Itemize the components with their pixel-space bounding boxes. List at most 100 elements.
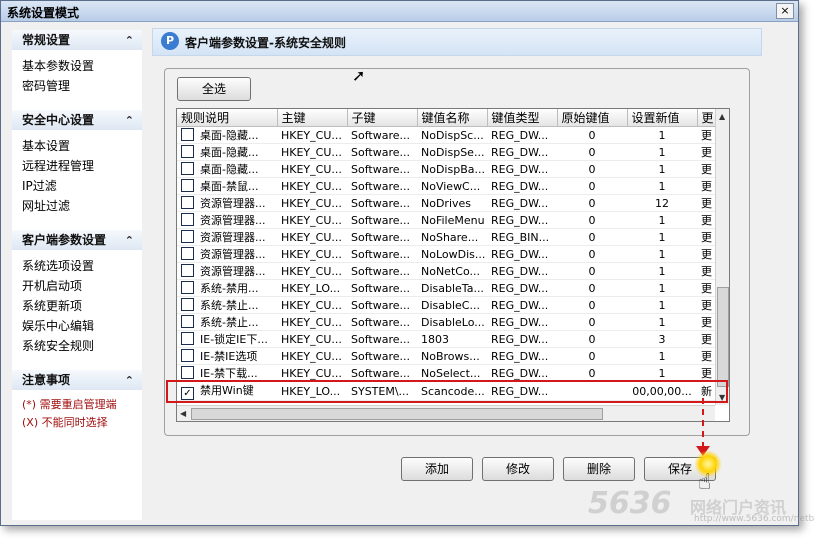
table-cell: Software... <box>347 126 417 144</box>
scroll-up-icon[interactable]: ▲ <box>719 112 725 121</box>
column-header[interactable]: 规则说明 <box>177 109 278 127</box>
checkbox[interactable] <box>181 162 194 175</box>
table-cell: REG_DW... <box>487 245 557 263</box>
rule-description: 系统-禁止... <box>200 316 259 329</box>
add-button[interactable]: 添加 <box>401 457 473 481</box>
checkbox[interactable] <box>181 179 194 192</box>
table-row[interactable]: 资源管理器... HKEY_CU... Software... NoFileMenu R… <box>177 211 715 229</box>
sidebar-item-password[interactable]: 密码管理 <box>12 76 142 96</box>
checkbox[interactable] <box>181 196 194 209</box>
table-cell: 更 <box>697 143 715 161</box>
checkbox[interactable] <box>181 264 194 277</box>
table-row[interactable]: 资源管理器... HKEY_CU... Software... NoShare... R… <box>177 228 715 246</box>
checkbox[interactable] <box>181 366 194 379</box>
table-row[interactable]: 系统-禁止... HKEY_CU... Software... DisableC...… <box>177 296 715 314</box>
table-cell: 1 <box>627 126 697 144</box>
column-header[interactable]: 键值名称 <box>417 109 488 127</box>
table-cell: 0 <box>557 211 627 229</box>
sidebar-item-remote-process[interactable]: 远程进程管理 <box>12 156 142 176</box>
table-row[interactable]: 桌面-隐藏... HKEY_CU... Software... NoDispBa...… <box>177 160 715 178</box>
column-header[interactable]: 键值类型 <box>487 109 558 127</box>
table-cell: NoDrives <box>417 194 487 212</box>
sidebar-header-security[interactable]: 安全中心设置 ⌃ <box>12 110 142 130</box>
sidebar-item-security-rules[interactable]: 系统安全规则 <box>12 336 142 356</box>
sidebar-header-general[interactable]: 常规设置 ⌃ <box>12 30 142 50</box>
table-cell: REG_DW... <box>487 126 557 144</box>
vertical-scroll-thumb[interactable] <box>717 287 729 387</box>
delete-button[interactable]: 删除 <box>563 457 635 481</box>
column-header[interactable]: 原始键值 <box>557 109 628 127</box>
table-cell: REG_DW... <box>487 279 557 297</box>
column-header[interactable]: 主键 <box>277 109 348 127</box>
checkbox[interactable] <box>181 247 194 260</box>
checkbox[interactable] <box>181 230 194 243</box>
table-cell: 1 <box>627 262 697 280</box>
table-row[interactable]: IE-禁IE选项 HKEY_CU... Software... NoBrows... R… <box>177 347 715 365</box>
table-cell: 0 <box>557 177 627 195</box>
sidebar-item-startup[interactable]: 开机启动项 <box>12 276 142 296</box>
table-cell: IE-锁定IE下... <box>177 330 277 348</box>
sidebar-section-notes: 注意事项 ⌃ (*) 需要重启管理端 (X) 不能同时选择 <box>12 370 142 432</box>
table-cell: 0 <box>557 126 627 144</box>
table-cell: Software... <box>347 194 417 212</box>
rule-description: 资源管理器... <box>200 214 266 227</box>
sidebar-item-entertainment[interactable]: 娱乐中心编辑 <box>12 316 142 336</box>
sidebar-item-ip-filter[interactable]: IP过滤 <box>12 176 142 196</box>
sidebar-item-updates[interactable]: 系统更新项 <box>12 296 142 316</box>
checkbox[interactable] <box>181 349 194 362</box>
title-bar[interactable]: 系统设置模式 × <box>1 1 798 22</box>
table-cell: 系统-禁止... <box>177 313 277 331</box>
scroll-left-icon[interactable]: ◀ <box>180 409 186 418</box>
column-header[interactable]: 设置新值 <box>627 109 698 127</box>
sidebar-header-notes[interactable]: 注意事项 ⌃ <box>12 370 142 390</box>
sidebar-item-system-options[interactable]: 系统选项设置 <box>12 256 142 276</box>
table-cell: Software... <box>347 228 417 246</box>
horizontal-scroll-thumb[interactable] <box>191 408 603 420</box>
table-row[interactable]: IE-锁定IE下... HKEY_CU... Software... 1803 REG_… <box>177 330 715 348</box>
table-row[interactable]: 资源管理器... HKEY_CU... Software... NoLowDis...… <box>177 245 715 263</box>
rule-description: 资源管理器... <box>200 231 266 244</box>
checkbox[interactable] <box>181 281 194 294</box>
table-cell: 更 <box>697 228 715 246</box>
table-row[interactable]: 系统-禁止... HKEY_CU... Software... DisableLo..… <box>177 313 715 331</box>
select-all-button[interactable]: 全选 <box>177 77 251 101</box>
watermark-brand: 5636 <box>588 486 672 521</box>
column-header[interactable]: 子键 <box>347 109 418 127</box>
chevron-up-icon[interactable]: ⌃ <box>125 231 134 251</box>
chevron-up-icon[interactable]: ⌃ <box>125 111 134 131</box>
checkbox[interactable] <box>181 213 194 226</box>
table-cell: 更 <box>697 160 715 178</box>
sidebar-item-url-filter[interactable]: 网址过滤 <box>12 196 142 216</box>
sidebar-item-basic-settings[interactable]: 基本设置 <box>12 136 142 156</box>
chevron-up-icon[interactable]: ⌃ <box>125 371 134 391</box>
checkbox[interactable] <box>181 315 194 328</box>
table-row[interactable]: 桌面-禁鼠... HKEY_CU... Software... NoViewC... R… <box>177 177 715 195</box>
table-row[interactable]: 系统-禁用... HKEY_LO... Software... DisableTa..… <box>177 279 715 297</box>
table-row[interactable]: 桌面-隐藏... HKEY_CU... Software... NoDispSc...… <box>177 126 715 144</box>
horizontal-scrollbar[interactable]: ◀ <box>177 405 715 421</box>
checkbox[interactable] <box>181 145 194 158</box>
table-row[interactable]: 资源管理器... HKEY_CU... Software... NoNetCo... R… <box>177 262 715 280</box>
table-row[interactable]: IE-禁下载... HKEY_CU... Software... NoSelect..… <box>177 364 715 382</box>
vertical-scrollbar[interactable]: ▲ ▼ <box>715 109 729 405</box>
sidebar-item-basic-params[interactable]: 基本参数设置 <box>12 56 142 76</box>
sidebar-section-general: 常规设置 ⌃ 基本参数设置 密码管理 <box>12 30 142 96</box>
table-cell: REG_DW... <box>487 296 557 314</box>
sidebar-section-client: 客户端参数设置 ⌃ 系统选项设置 开机启动项 系统更新项 娱乐中心编辑 系统安全规… <box>12 230 142 356</box>
table-cell: 系统-禁用... <box>177 279 277 297</box>
modify-button[interactable]: 修改 <box>482 457 554 481</box>
checkbox[interactable] <box>181 298 194 311</box>
table-cell: 1 <box>627 296 697 314</box>
table-cell: REG_DW... <box>487 160 557 178</box>
checkbox[interactable] <box>181 332 194 345</box>
close-button[interactable]: × <box>776 3 794 19</box>
table-cell: Software... <box>347 330 417 348</box>
table-row[interactable]: 资源管理器... HKEY_CU... Software... NoDrives REG… <box>177 194 715 212</box>
sidebar-header-client[interactable]: 客户端参数设置 ⌃ <box>12 230 142 250</box>
table-row[interactable]: 桌面-隐藏... HKEY_CU... Software... NoDispSe...… <box>177 143 715 161</box>
checkbox[interactable] <box>181 128 194 141</box>
chevron-up-icon[interactable]: ⌃ <box>125 31 134 51</box>
table-cell: 更 <box>697 296 715 314</box>
column-header[interactable]: 更 <box>697 109 716 127</box>
table-cell: 1 <box>627 245 697 263</box>
